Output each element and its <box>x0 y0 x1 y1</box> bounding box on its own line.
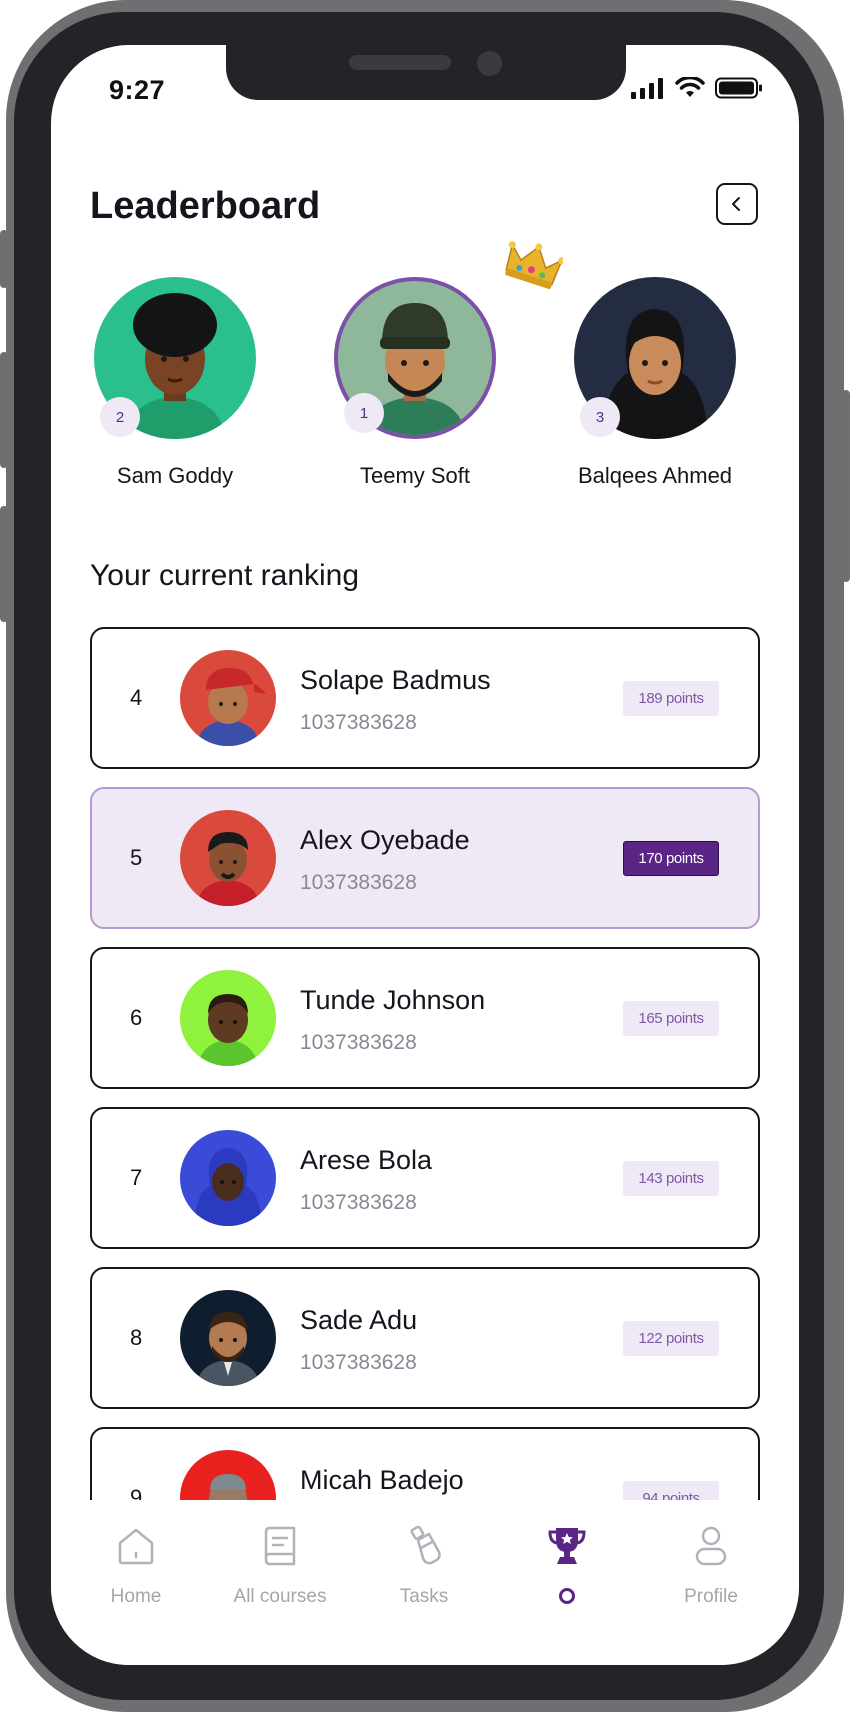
points-badge: 143 points <box>623 1161 719 1196</box>
home-icon <box>118 1528 154 1565</box>
nav-active-indicator <box>559 1588 575 1604</box>
podium-name: Sam Goddy <box>116 463 234 488</box>
points-badge: 165 points <box>623 1001 719 1036</box>
points-badge: 189 points <box>623 681 719 716</box>
rank-id: 1037383628 <box>300 1191 417 1214</box>
rank-name: Alex Oyebade <box>300 825 470 855</box>
ranking-card[interactable]: 6 Tunde Johnson 1037383628 165 points <box>90 947 760 1089</box>
power-button <box>842 390 850 582</box>
podium-name: Balqees Ahmed <box>577 463 733 488</box>
ranking-card-current-user[interactable]: 5 Alex Oyebade 1037383628 170 points <box>90 787 760 929</box>
profile-icon <box>695 1526 727 1566</box>
book-icon <box>264 1526 296 1566</box>
rank-id: 1037383628 <box>300 1351 417 1374</box>
person-avatar-icon <box>196 1312 260 1386</box>
nav-leaderboard[interactable] <box>497 1520 637 1604</box>
person-avatar-icon <box>198 994 258 1066</box>
avatar: 3 <box>574 277 736 439</box>
status-icons <box>631 77 763 99</box>
ranking-card[interactable]: 8 Sade Adu 1037383628 122 points <box>90 1267 760 1409</box>
rank-badge: 2 <box>100 397 140 437</box>
points-badge: 170 points <box>623 841 719 876</box>
rank-number: 7 <box>130 1165 143 1190</box>
rank-name: Arese Bola <box>300 1145 433 1175</box>
rank-id: 1037383628 <box>300 871 417 894</box>
rank-name: Micah Badejo <box>300 1465 464 1495</box>
rank-number: 6 <box>130 1005 143 1030</box>
person-avatar-icon <box>196 668 266 746</box>
rank-number: 4 <box>130 685 143 710</box>
nav-label: Tasks <box>399 1586 449 1607</box>
nav-tasks[interactable]: Tasks <box>354 1520 494 1608</box>
volume-up-button <box>0 352 8 468</box>
section-title: Your current ranking <box>90 559 360 592</box>
ranking-card[interactable]: 7 Arese Bola 1037383628 143 points <box>90 1107 760 1249</box>
nav-profile[interactable]: Profile <box>641 1520 781 1608</box>
avatar <box>180 1130 276 1226</box>
avatar <box>180 970 276 1066</box>
podium-second[interactable]: 2 Sam Goddy <box>75 277 275 489</box>
speaker-grille <box>349 55 451 70</box>
podium-name: Teemy Soft <box>359 463 471 488</box>
nav-label: Home <box>110 1586 162 1607</box>
rank-id: 1037383628 <box>300 1031 417 1054</box>
page-title: Leaderboard <box>90 185 321 227</box>
rank-name: Solape Badmus <box>300 665 491 695</box>
status-time: 9:27 <box>109 75 166 105</box>
points-badge: 122 points <box>623 1321 719 1356</box>
avatar: 2 <box>94 277 256 439</box>
nav-home[interactable]: Home <box>66 1520 206 1608</box>
avatar <box>180 1290 276 1386</box>
rank-name: Sade Adu <box>300 1305 418 1335</box>
brush-icon <box>410 1526 441 1565</box>
bottom-nav: Home All courses Tasks Profile <box>51 1500 799 1665</box>
avatar: 1 <box>334 277 496 439</box>
nav-label: Profile <box>684 1586 738 1607</box>
person-avatar-icon <box>194 1148 262 1226</box>
ranking-card[interactable]: 4 Solape Badmus 1037383628 189 points <box>90 627 760 769</box>
avatar <box>180 810 276 906</box>
trophy-icon <box>548 1528 586 1564</box>
signal-icon <box>631 78 663 99</box>
nav-all-courses[interactable]: All courses <box>210 1520 350 1608</box>
wifi-icon <box>675 77 705 97</box>
rank-number: 5 <box>130 845 143 870</box>
back-button[interactable] <box>716 183 758 225</box>
podium-third[interactable]: 3 Balqees Ahmed <box>555 277 755 489</box>
avatar <box>180 650 276 746</box>
app-screen: 9:27 Leaderboard 2 Sam Goddy 1 Teemy Sof… <box>51 45 799 1665</box>
rank-number: 8 <box>130 1325 143 1350</box>
volume-down-button <box>0 506 8 622</box>
person-avatar-icon <box>196 832 260 906</box>
camera-notch <box>226 45 626 100</box>
chevron-left-icon <box>732 197 740 211</box>
nav-label: All courses <box>233 1586 327 1607</box>
mute-switch <box>0 230 8 288</box>
rank-badge: 3 <box>580 397 620 437</box>
rank-badge: 1 <box>344 393 384 433</box>
front-camera <box>477 51 502 76</box>
battery-icon <box>715 77 762 99</box>
rank-id: 1037383628 <box>300 711 417 734</box>
podium-first[interactable]: 1 Teemy Soft <box>315 277 515 489</box>
rank-name: Tunde Johnson <box>300 985 486 1015</box>
